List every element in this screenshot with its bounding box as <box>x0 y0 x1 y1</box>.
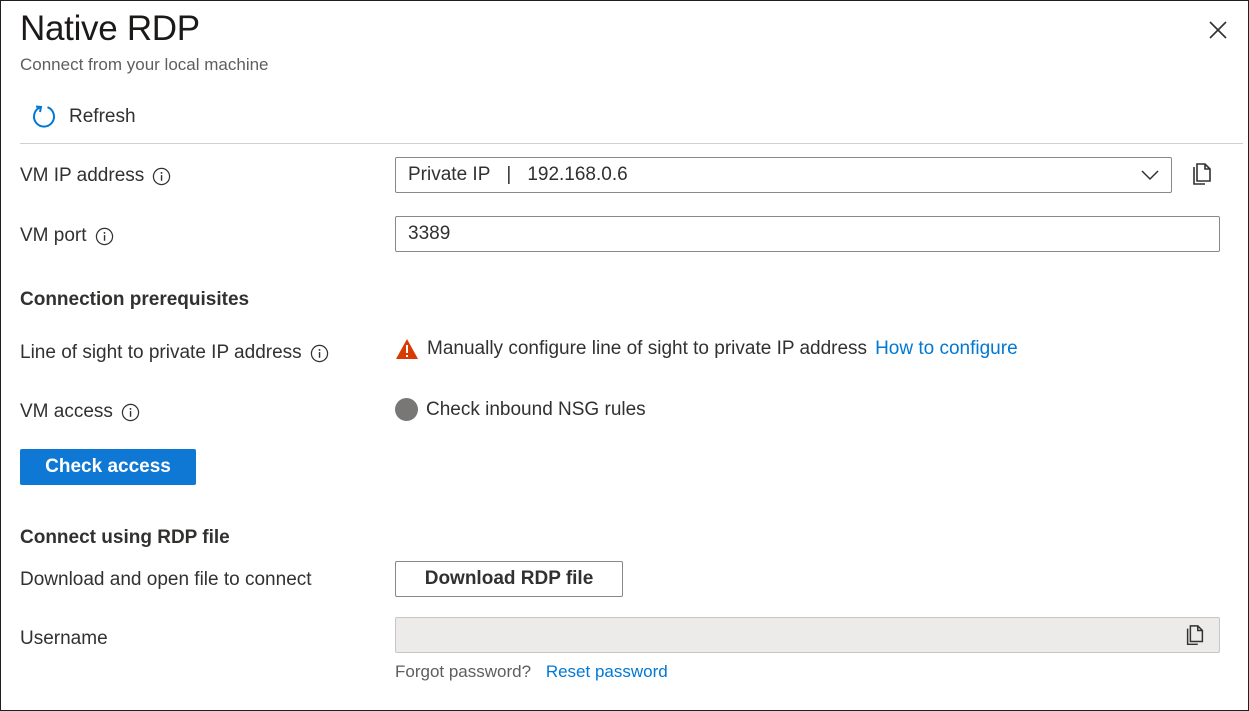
toolbar-divider <box>20 143 1243 144</box>
chevron-down-icon <box>1141 170 1159 181</box>
username-field <box>395 617 1220 653</box>
forgot-password-row: Forgot password? Reset password <box>395 662 668 682</box>
page-subtitle: Connect from your local machine <box>20 55 269 74</box>
ip-separator: | <box>506 164 512 185</box>
download-label: Download and open file to connect <box>20 569 312 590</box>
close-button[interactable] <box>1204 16 1232 44</box>
forgot-password-text: Forgot password? <box>395 662 532 681</box>
vm-port-label-row: VM port <box>20 225 114 247</box>
info-icon[interactable] <box>310 344 329 363</box>
info-icon[interactable] <box>152 167 171 186</box>
username-label: Username <box>20 628 108 649</box>
vm-access-label-row: VM access <box>20 401 140 423</box>
warning-icon <box>396 339 418 359</box>
copy-ip-button[interactable] <box>1189 162 1215 188</box>
line-of-sight-status-text: Manually configure line of sight to priv… <box>427 338 868 359</box>
close-icon <box>1209 21 1227 39</box>
connection-prerequisites-heading: Connection prerequisites <box>20 289 250 310</box>
how-to-configure-link[interactable]: How to configure <box>875 338 1018 360</box>
refresh-button[interactable]: Refresh <box>31 102 136 132</box>
info-icon[interactable] <box>95 227 114 246</box>
vm-ip-address-label-row: VM IP address <box>20 165 171 187</box>
line-of-sight-label: Line of sight to private IP address <box>20 342 302 363</box>
vm-ip-address-select[interactable]: Private IP | 192.168.0.6 <box>395 157 1172 193</box>
vm-access-label: VM access <box>20 401 113 422</box>
copy-icon[interactable] <box>1183 624 1207 648</box>
vm-port-label: VM port <box>20 225 87 246</box>
line-of-sight-status: Manually configure line of sight to priv… <box>395 338 1018 360</box>
reset-password-link[interactable]: Reset password <box>546 662 668 681</box>
vm-access-status-text: Check inbound NSG rules <box>426 398 646 420</box>
vm-access-status: Check inbound NSG rules <box>395 398 646 421</box>
refresh-label: Refresh <box>69 106 136 127</box>
check-access-button[interactable]: Check access <box>20 449 196 485</box>
vm-port-input[interactable]: 3389 <box>395 216 1220 252</box>
ip-value: 192.168.0.6 <box>527 164 628 185</box>
copy-icon <box>1193 163 1211 185</box>
line-of-sight-label-row: Line of sight to private IP address <box>20 342 329 364</box>
info-icon[interactable] <box>121 403 140 422</box>
status-circle-icon <box>395 398 418 421</box>
page-title: Native RDP <box>20 9 200 48</box>
download-rdp-file-button[interactable]: Download RDP file <box>395 561 623 597</box>
ip-type-value: Private IP <box>408 164 491 185</box>
vm-ip-address-label: VM IP address <box>20 165 145 186</box>
refresh-icon <box>33 105 55 128</box>
connect-using-rdp-file-heading: Connect using RDP file <box>20 527 230 548</box>
native-rdp-panel: Native RDP Connect from your local machi… <box>0 0 1249 711</box>
